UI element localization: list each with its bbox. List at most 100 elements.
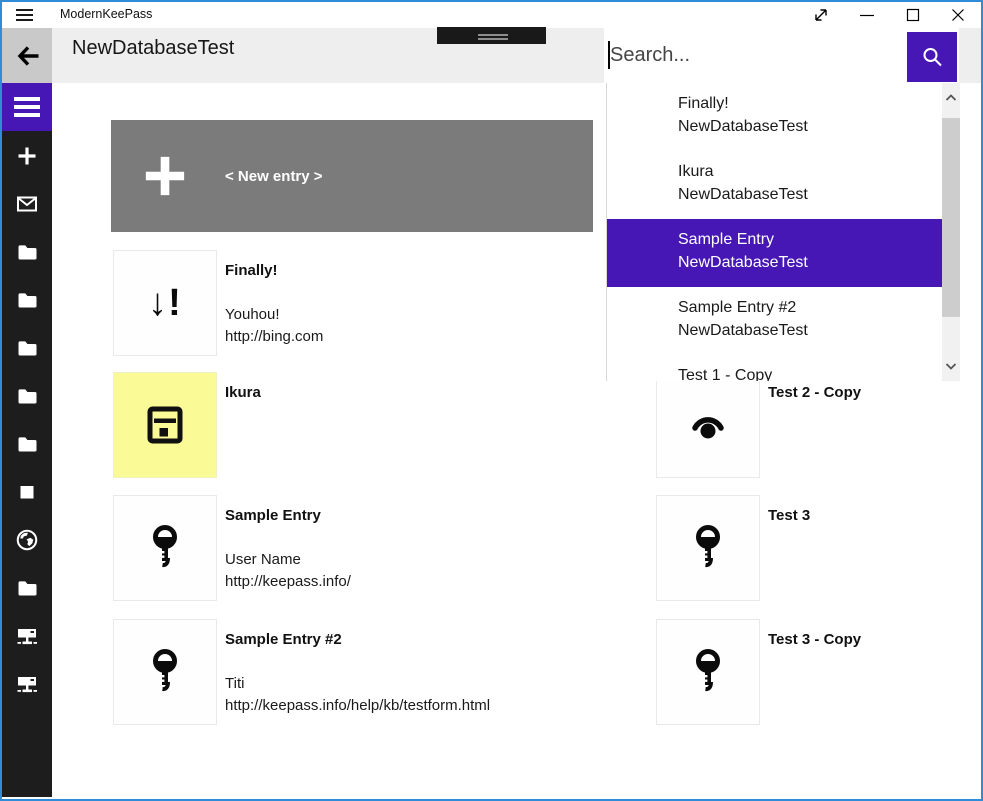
- entry-details: User Name http://keepass.info/: [225, 549, 351, 593]
- suggestion-subtitle: NewDatabaseTest: [678, 319, 947, 342]
- fullscreen-button[interactable]: [798, 2, 844, 28]
- maximize-icon: [901, 3, 925, 27]
- suggestion-subtitle: NewDatabaseTest: [678, 183, 947, 206]
- suggestion-subtitle: NewDatabaseTest: [678, 115, 947, 138]
- folder-icon: [15, 288, 39, 312]
- plus-icon: [143, 154, 187, 198]
- down-arrow-exclamation-icon: ↓!: [148, 284, 182, 322]
- app-window: ModernKeePass: [0, 0, 983, 801]
- suggestion-subtitle: NewDatabaseTest: [678, 251, 960, 274]
- search-box: [604, 28, 959, 83]
- key-icon: [691, 524, 725, 572]
- page-title: NewDatabaseTest: [72, 37, 234, 60]
- entry-item[interactable]: Test 3: [654, 491, 983, 603]
- suggestion-title: Finally!: [678, 92, 947, 115]
- entry-title: Finally!: [225, 262, 278, 279]
- scrollbar-thumb[interactable]: [942, 118, 960, 317]
- suggestion-item[interactable]: Finally! NewDatabaseTest: [607, 83, 947, 151]
- entry-title: Test 3: [768, 507, 810, 524]
- entry-details: Titi http://keepass.info/help/kb/testfor…: [225, 673, 490, 717]
- entry-icon-tile: [113, 372, 217, 478]
- entry-title: Test 2 - Copy: [768, 384, 861, 401]
- entry-url: http://keepass.info/: [225, 571, 351, 593]
- network-drive-icon: [15, 672, 39, 696]
- entry-icon-tile: [113, 619, 217, 725]
- entry-item[interactable]: Test 2 - Copy: [654, 368, 983, 480]
- folder-icon: [15, 384, 39, 408]
- hamburger-icon[interactable]: [16, 9, 33, 21]
- suggestion-item[interactable]: Test 1 - Copy: [607, 355, 947, 381]
- search-suggestions: Finally! NewDatabaseTest Ikura NewDataba…: [606, 83, 965, 381]
- sidebar-group-folder[interactable]: [15, 384, 39, 408]
- entry-url: http://bing.com: [225, 326, 323, 348]
- entry-item[interactable]: Sample Entry #2 Titi http://keepass.info…: [111, 615, 593, 727]
- entry-username: User Name: [225, 549, 351, 571]
- sidebar-hamburger-button[interactable]: [2, 83, 52, 131]
- entry-icon-tile: [656, 495, 760, 601]
- new-entry-button[interactable]: < New entry >: [111, 120, 593, 232]
- close-icon: [946, 3, 970, 27]
- back-button[interactable]: [2, 28, 52, 83]
- entry-title: Ikura: [225, 384, 261, 401]
- entry-username: Youhou!: [225, 304, 323, 326]
- command-bar-handle[interactable]: [437, 27, 546, 44]
- key-icon: [691, 648, 725, 696]
- search-button[interactable]: [907, 32, 957, 82]
- sidebar-group-network[interactable]: [15, 672, 39, 696]
- suggestion-title: Sample Entry: [678, 228, 960, 251]
- entry-item[interactable]: ↓! Finally! Youhou! http://bing.com: [111, 246, 593, 358]
- entry-username: Titi: [225, 673, 490, 695]
- suggestion-title: Test 1 - Copy: [678, 364, 947, 381]
- note-icon: [15, 480, 39, 504]
- minimize-icon: [855, 3, 879, 27]
- back-arrow-icon: [12, 41, 42, 71]
- add-group-button[interactable]: [15, 144, 39, 168]
- folder-icon: [15, 336, 39, 360]
- entry-icon-tile: [656, 372, 760, 478]
- title-bar: ModernKeePass: [2, 2, 981, 28]
- search-input[interactable]: [610, 28, 900, 83]
- mail-icon: [15, 192, 39, 216]
- suggestion-item-selected[interactable]: Sample Entry NewDatabaseTest: [607, 219, 960, 287]
- sidebar: [2, 83, 52, 797]
- key-icon: [148, 524, 182, 572]
- sidebar-group-folder[interactable]: [15, 336, 39, 360]
- maximize-button[interactable]: [890, 2, 936, 28]
- entry-item[interactable]: Sample Entry User Name http://keepass.in…: [111, 491, 593, 603]
- entry-icon-tile: ↓!: [113, 250, 217, 356]
- arc-dot-icon: [684, 401, 732, 449]
- sidebar-group-note[interactable]: [15, 480, 39, 504]
- entry-item[interactable]: Ikura: [111, 368, 593, 480]
- sidebar-group-folder[interactable]: [15, 288, 39, 312]
- entry-url: http://keepass.info/help/kb/testform.htm…: [225, 695, 490, 717]
- suggestion-item[interactable]: Sample Entry #2 NewDatabaseTest: [607, 287, 947, 355]
- suggestion-item[interactable]: Ikura NewDatabaseTest: [607, 151, 947, 219]
- entry-item[interactable]: Test 3 - Copy: [654, 615, 983, 727]
- folder-icon: [15, 240, 39, 264]
- chevron-up-icon[interactable]: [944, 91, 958, 105]
- globe-icon: [15, 527, 39, 553]
- suggestion-title: Ikura: [678, 160, 947, 183]
- sidebar-group-folder[interactable]: [15, 432, 39, 456]
- new-entry-label: < New entry >: [225, 120, 323, 232]
- entry-details: Youhou! http://bing.com: [225, 304, 323, 348]
- folder-icon: [15, 432, 39, 456]
- sidebar-group-internet[interactable]: [15, 528, 39, 552]
- entry-icon-tile: [113, 495, 217, 601]
- sidebar-group-folder[interactable]: [15, 240, 39, 264]
- sidebar-group-folder[interactable]: [15, 576, 39, 600]
- suggestions-scrollbar[interactable]: [942, 83, 960, 381]
- plus-icon: [15, 144, 39, 168]
- header: NewDatabaseTest: [2, 28, 981, 83]
- close-button[interactable]: [935, 2, 981, 28]
- sidebar-group-mail[interactable]: [15, 192, 39, 216]
- floppy-disk-icon: [143, 403, 187, 447]
- chevron-down-icon[interactable]: [944, 359, 958, 373]
- entry-title: Sample Entry #2: [225, 631, 342, 648]
- magnifier-icon: [920, 45, 944, 69]
- minimize-button[interactable]: [844, 2, 890, 28]
- entry-title: Test 3 - Copy: [768, 631, 861, 648]
- enter-fullscreen-icon: [809, 3, 833, 27]
- app-title: ModernKeePass: [60, 7, 152, 21]
- sidebar-group-network[interactable]: [15, 624, 39, 648]
